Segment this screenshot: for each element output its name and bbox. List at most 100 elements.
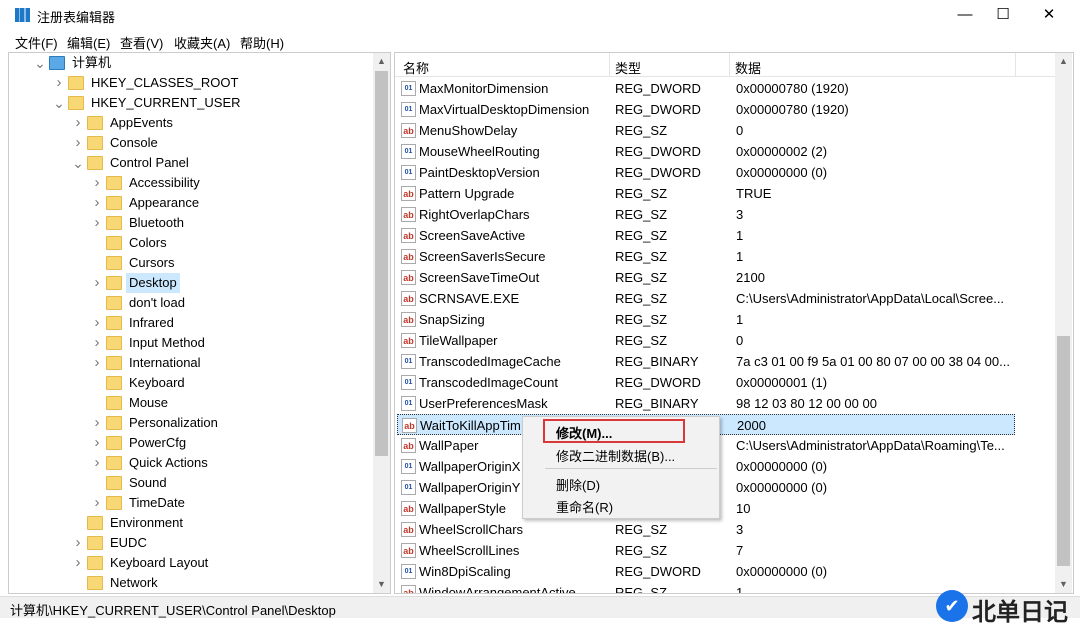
value-row[interactable]: ab ScreenSaverIsSecure REG_SZ 1 bbox=[397, 246, 1015, 267]
value-row[interactable]: ab RightOverlapChars REG_SZ 3 bbox=[397, 204, 1015, 225]
tree-item[interactable]: Mouse bbox=[9, 393, 369, 413]
tree-item[interactable]: Colors bbox=[9, 233, 369, 253]
tree-item[interactable]: › Console bbox=[9, 133, 369, 153]
tree-item[interactable]: Keyboard bbox=[9, 373, 369, 393]
tree-item[interactable]: ⌄ 计算机 bbox=[9, 53, 369, 73]
chevron-right-icon[interactable]: › bbox=[91, 273, 103, 293]
column-type[interactable]: 类型 bbox=[615, 58, 641, 77]
scroll-up-arrow[interactable]: ▲ bbox=[1055, 53, 1072, 70]
chevron-down-icon[interactable]: ⌄ bbox=[34, 53, 46, 73]
tree-item[interactable]: › Bluetooth bbox=[9, 213, 369, 233]
value-row[interactable]: ab ScreenSaveActive REG_SZ 1 bbox=[397, 225, 1015, 246]
value-row[interactable]: ab SCRNSAVE.EXE REG_SZ C:\Users\Administrat… bbox=[397, 288, 1015, 309]
value-row[interactable]: 01 MouseWheelRouting REG_DWORD 0x00000002 (… bbox=[397, 141, 1015, 162]
values-scrollbar[interactable]: ▲ ▼ bbox=[1055, 53, 1072, 593]
tree-item[interactable]: › Appearance bbox=[9, 193, 369, 213]
value-row[interactable]: ab Pattern Upgrade REG_SZ TRUE bbox=[397, 183, 1015, 204]
column-name[interactable]: 名称 bbox=[403, 58, 429, 77]
folder-icon bbox=[87, 156, 103, 170]
chevron-right-icon[interactable]: › bbox=[91, 173, 103, 193]
value-row[interactable]: ab SnapSizing REG_SZ 1 bbox=[397, 309, 1015, 330]
value-row[interactable]: ab WheelScrollLines REG_SZ 7 bbox=[397, 540, 1015, 561]
chevron-right-icon[interactable]: › bbox=[91, 213, 103, 233]
value-row[interactable]: 01 TranscodedImageCache REG_BINARY 7a c3 01… bbox=[397, 351, 1015, 372]
tree-item[interactable]: Cursors bbox=[9, 253, 369, 273]
string-value-icon: ab bbox=[401, 543, 416, 558]
tree-item[interactable]: › PowerCfg bbox=[9, 433, 369, 453]
tree-item[interactable]: › Accessibility bbox=[9, 173, 369, 193]
tree-item[interactable]: › Keyboard Layout bbox=[9, 553, 369, 573]
value-row[interactable]: 01 Win8DpiScaling REG_DWORD 0x00000000 (0) bbox=[397, 561, 1015, 582]
value-row[interactable]: ab ScreenSaveTimeOut REG_SZ 2100 bbox=[397, 267, 1015, 288]
scroll-thumb[interactable] bbox=[375, 71, 388, 456]
chevron-right-icon[interactable]: › bbox=[53, 73, 65, 93]
value-row[interactable]: ab TileWallpaper REG_SZ 0 bbox=[397, 330, 1015, 351]
context-menu: 修改(M)... 修改二进制数据(B)... 删除(D) 重命名(R) bbox=[522, 416, 720, 519]
menu-file[interactable]: 文件(F) bbox=[15, 33, 58, 52]
menu-modify[interactable]: 修改(M)... bbox=[556, 423, 612, 442]
menu-rename[interactable]: 重命名(R) bbox=[556, 497, 613, 516]
scroll-down-arrow[interactable]: ▼ bbox=[373, 576, 390, 593]
value-row[interactable]: 01 PaintDesktopVersion REG_DWORD 0x00000000… bbox=[397, 162, 1015, 183]
menu-modify-binary[interactable]: 修改二进制数据(B)... bbox=[556, 446, 675, 465]
tree-item[interactable]: › Desktop bbox=[9, 273, 369, 293]
tree-item[interactable]: › Personalization bbox=[9, 413, 369, 433]
tree-item[interactable]: › HKEY_CLASSES_ROOT bbox=[9, 73, 369, 93]
chevron-right-icon[interactable]: › bbox=[72, 133, 84, 153]
chevron-right-icon[interactable]: › bbox=[91, 453, 103, 473]
tree-item[interactable]: › AppEvents bbox=[9, 113, 369, 133]
tree-item-label: Colors bbox=[129, 235, 167, 250]
value-row[interactable]: ab WheelScrollChars REG_SZ 3 bbox=[397, 519, 1015, 540]
scroll-thumb[interactable] bbox=[1057, 336, 1070, 566]
chevron-right-icon[interactable]: › bbox=[91, 433, 103, 453]
chevron-down-icon[interactable]: ⌄ bbox=[72, 153, 84, 173]
tree-item[interactable]: › EUDC bbox=[9, 533, 369, 553]
menu-edit[interactable]: 编辑(E) bbox=[67, 33, 110, 52]
scroll-up-arrow[interactable]: ▲ bbox=[373, 53, 390, 70]
chevron-right-icon[interactable]: › bbox=[91, 413, 103, 433]
value-row[interactable]: ab WindowArrangementActive REG_SZ 1 bbox=[397, 582, 1015, 593]
string-value-icon: ab bbox=[401, 186, 416, 201]
tree-item[interactable]: ⌄ HKEY_CURRENT_USER bbox=[9, 93, 369, 113]
chevron-right-icon[interactable]: › bbox=[91, 193, 103, 213]
tree-scrollbar[interactable]: ▲ ▼ bbox=[373, 53, 390, 593]
menu-favorites[interactable]: 收藏夹(A) bbox=[174, 33, 230, 52]
menu-view[interactable]: 查看(V) bbox=[120, 33, 163, 52]
value-row[interactable]: ab MenuShowDelay REG_SZ 0 bbox=[397, 120, 1015, 141]
scroll-down-arrow[interactable]: ▼ bbox=[1055, 576, 1072, 593]
chevron-right-icon[interactable]: › bbox=[91, 333, 103, 353]
value-row[interactable]: 01 MaxMonitorDimension REG_DWORD 0x00000780… bbox=[397, 78, 1015, 99]
menu-help[interactable]: 帮助(H) bbox=[240, 33, 284, 52]
chevron-right-icon[interactable]: › bbox=[91, 493, 103, 513]
value-data: 0x00000001 (1) bbox=[736, 375, 828, 390]
tree-item[interactable]: › International bbox=[9, 353, 369, 373]
tree-item[interactable]: Network bbox=[9, 573, 369, 593]
tree-item[interactable]: › Infrared bbox=[9, 313, 369, 333]
chevron-right-icon[interactable]: › bbox=[72, 553, 84, 573]
tree-item[interactable]: › Quick Actions bbox=[9, 453, 369, 473]
value-type: REG_SZ bbox=[615, 291, 668, 306]
value-row[interactable]: 01 UserPreferencesMask REG_BINARY 98 12 03 … bbox=[397, 393, 1015, 414]
values-list[interactable]: 名称 类型 数据 01 MaxMonitorDimension REG_DWORD 0… bbox=[394, 52, 1074, 594]
chevron-right-icon[interactable]: › bbox=[72, 113, 84, 133]
value-row[interactable]: 01 MaxVirtualDesktopDimension REG_DWORD 0x0… bbox=[397, 99, 1015, 120]
value-name: ScreenSaveTimeOut bbox=[419, 270, 540, 285]
tree-item[interactable]: › Input Method bbox=[9, 333, 369, 353]
chevron-right-icon[interactable]: › bbox=[91, 313, 103, 333]
tree-item[interactable]: ⌄ Control Panel bbox=[9, 153, 369, 173]
folder-icon bbox=[68, 96, 84, 110]
maximize-button[interactable]: ☐ bbox=[980, 0, 1026, 30]
menu-delete[interactable]: 删除(D) bbox=[556, 475, 600, 494]
tree-item[interactable]: › TimeDate bbox=[9, 493, 369, 513]
value-row[interactable]: 01 TranscodedImageCount REG_DWORD 0x0000000… bbox=[397, 372, 1015, 393]
chevron-down-icon[interactable]: ⌄ bbox=[53, 93, 65, 113]
tree-item[interactable]: Environment bbox=[9, 513, 369, 533]
chevron-right-icon[interactable]: › bbox=[91, 353, 103, 373]
close-button[interactable]: ✕ bbox=[1026, 0, 1072, 30]
tree-item[interactable]: don't load bbox=[9, 293, 369, 313]
key-tree[interactable]: ⌄ 计算机 › HKEY_CLASSES_ROOT ⌄ HKEY_CURRENT_USER… bbox=[8, 52, 391, 594]
tree-item[interactable]: Sound bbox=[9, 473, 369, 493]
folder-icon bbox=[106, 396, 122, 410]
chevron-right-icon[interactable]: › bbox=[72, 533, 84, 553]
column-data[interactable]: 数据 bbox=[735, 58, 761, 77]
